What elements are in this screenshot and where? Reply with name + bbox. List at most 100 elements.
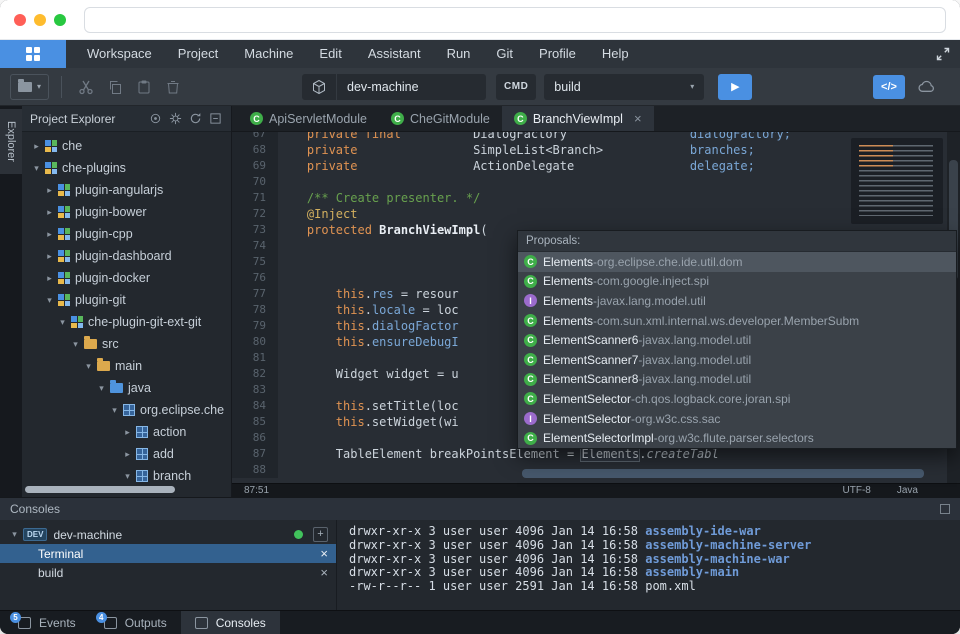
code-text: this.setWidget(wi (278, 414, 459, 430)
tree-item-add[interactable]: ▸add (22, 443, 231, 465)
che-logo[interactable] (0, 40, 66, 68)
menu-item-machine[interactable]: Machine (231, 40, 306, 68)
copy-button[interactable] (103, 75, 127, 99)
proposal-item[interactable]: CElements - org.eclipse.che.ide.util.dom (518, 252, 956, 272)
process-terminal[interactable]: Terminal × (0, 544, 336, 563)
command-selector[interactable]: build ▾ (544, 74, 704, 100)
panel-tab-outputs[interactable]: 4Outputs (90, 611, 181, 634)
minimap[interactable] (851, 138, 943, 224)
menu-item-assistant[interactable]: Assistant (355, 40, 434, 68)
editor-hscrollbar[interactable] (522, 469, 924, 478)
line-number: 75 (232, 254, 278, 270)
chevron-right-icon[interactable]: ▸ (43, 251, 56, 262)
refresh-icon[interactable] (188, 111, 203, 126)
editor-mode-toggle[interactable]: </> (873, 75, 905, 99)
editor-tab-BranchViewImpl[interactable]: CBranchViewImpl× (502, 106, 654, 131)
menu-item-git[interactable]: Git (483, 40, 526, 68)
editor-tab-CheGitModule[interactable]: CCheGitModule (379, 106, 502, 131)
chevron-down-icon[interactable]: ▾ (43, 295, 56, 306)
cloud-icon[interactable] (915, 75, 939, 99)
tree-item-java[interactable]: ▾java (22, 377, 231, 399)
editor-tab-ApiServletModule[interactable]: CApiServletModule (238, 106, 379, 131)
chevron-down-icon[interactable]: ▾ (69, 339, 82, 350)
tree-item-plugin-git[interactable]: ▾plugin-git (22, 289, 231, 311)
menu-item-edit[interactable]: Edit (306, 40, 354, 68)
explorer-strip-tab[interactable]: Explorer (0, 109, 22, 174)
chevron-down-icon[interactable]: ▾ (121, 471, 134, 482)
address-bar[interactable] (84, 7, 946, 33)
paste-button[interactable] (132, 75, 156, 99)
language-label: Java (897, 485, 918, 496)
machine-node[interactable]: ▾ DEV dev-machine + (0, 525, 336, 544)
tree-item-plugin-bower[interactable]: ▸plugin-bower (22, 201, 231, 223)
tree-item-plugin-dashboard[interactable]: ▸plugin-dashboard (22, 245, 231, 267)
proposal-item[interactable]: CElementSelector - ch.qos.logback.core.j… (518, 389, 956, 409)
minimize-window-button[interactable] (34, 14, 46, 26)
proposal-item[interactable]: CElements - com.sun.xml.internal.ws.deve… (518, 311, 956, 331)
collapse-all-icon[interactable] (208, 111, 223, 126)
proposal-item[interactable]: CElementSelectorImpl - org.w3c.flute.par… (518, 428, 956, 448)
chevron-right-icon[interactable]: ▸ (43, 207, 56, 218)
cut-button[interactable] (74, 75, 98, 99)
chevron-down-icon[interactable]: ▾ (8, 529, 21, 540)
chevron-down-icon[interactable]: ▾ (30, 163, 43, 174)
tree-item-plugin-cpp[interactable]: ▸plugin-cpp (22, 223, 231, 245)
tree-item-src[interactable]: ▾src (22, 333, 231, 355)
zoom-window-button[interactable] (54, 14, 66, 26)
menu-item-run[interactable]: Run (434, 40, 484, 68)
menu-item-help[interactable]: Help (589, 40, 642, 68)
panel-tab-consoles[interactable]: Consoles (181, 611, 280, 634)
proposal-item[interactable]: IElementSelector - org.w3c.css.sac (518, 409, 956, 429)
chevron-right-icon[interactable]: ▸ (43, 229, 56, 240)
proposal-item[interactable]: CElementScanner6 - javax.lang.model.util (518, 330, 956, 350)
chevron-right-icon[interactable]: ▸ (121, 449, 134, 460)
chevron-right-icon[interactable]: ▸ (43, 185, 56, 196)
run-command-button[interactable]: ▶ (718, 74, 752, 100)
chevron-right-icon[interactable]: ▸ (121, 427, 134, 438)
line-number: 69 (232, 158, 278, 174)
toggle-fullscreen-icon[interactable] (936, 47, 950, 61)
chevron-down-icon[interactable]: ▾ (95, 383, 108, 394)
class-icon: C (524, 314, 537, 327)
close-tab-icon[interactable]: × (634, 111, 642, 126)
proposal-item[interactable]: IElements - javax.lang.model.util (518, 291, 956, 311)
machine-icon[interactable] (302, 74, 336, 100)
tree-item-plugin-angularjs[interactable]: ▸plugin-angularjs (22, 179, 231, 201)
proposal-package: ch.qos.logback.core.joran.spi (635, 392, 790, 406)
tree-item-che-plugin-git-ext-git[interactable]: ▾che-plugin-git-ext-git (22, 311, 231, 333)
explorer-scrollbar[interactable] (25, 486, 175, 493)
menu-item-profile[interactable]: Profile (526, 40, 589, 68)
close-window-button[interactable] (14, 14, 26, 26)
close-process-icon[interactable]: × (320, 546, 328, 561)
chevron-down-icon[interactable]: ▾ (56, 317, 69, 328)
project-menu-button[interactable]: ▾ (10, 74, 49, 100)
machine-selector[interactable]: dev-machine (336, 74, 486, 100)
chevron-right-icon[interactable]: ▸ (43, 273, 56, 284)
scope-icon[interactable] (148, 111, 163, 126)
tree-item-che[interactable]: ▸che (22, 135, 231, 157)
menu-item-workspace[interactable]: Workspace (74, 40, 165, 68)
tree-item-org.eclipse.che[interactable]: ▾org.eclipse.che (22, 399, 231, 421)
chevron-down-icon[interactable]: ▾ (108, 405, 121, 416)
tree-item-che-plugins[interactable]: ▾che-plugins (22, 157, 231, 179)
close-process-icon[interactable]: × (320, 565, 328, 580)
menu-item-project[interactable]: Project (165, 40, 231, 68)
tree-item-branch[interactable]: ▾branch (22, 465, 231, 487)
terminal-output[interactable]: drwxr-xr-x 3 user user 4096 Jan 14 16:58… (337, 520, 960, 610)
add-terminal-button[interactable]: + (313, 527, 328, 542)
tree-item-plugin-docker[interactable]: ▸plugin-docker (22, 267, 231, 289)
maximize-panel-icon[interactable] (940, 504, 950, 514)
proposal-item[interactable]: CElementScanner7 - javax.lang.model.util (518, 350, 956, 370)
proposal-item[interactable]: CElements - com.google.inject.spi (518, 272, 956, 292)
tree-item-action[interactable]: ▸action (22, 421, 231, 443)
proposal-item[interactable]: CElementScanner8 - javax.lang.model.util (518, 370, 956, 390)
process-build[interactable]: build× (0, 563, 336, 582)
tree-item-main[interactable]: ▾main (22, 355, 231, 377)
panel-tab-events[interactable]: 5Events (4, 611, 90, 634)
settings-icon[interactable] (168, 111, 183, 126)
delete-button[interactable] (161, 75, 185, 99)
process-label: Terminal (38, 547, 83, 561)
chevron-right-icon[interactable]: ▸ (30, 141, 43, 152)
chevron-down-icon[interactable]: ▾ (82, 361, 95, 372)
project-icon (45, 162, 57, 174)
